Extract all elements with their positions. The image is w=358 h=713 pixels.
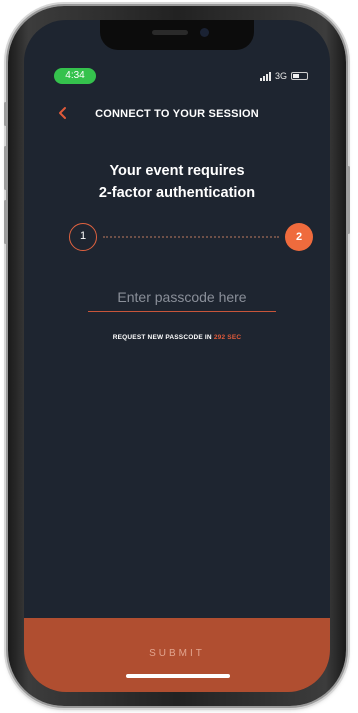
auth-heading: Your event requires 2-factor authenticat… [24, 160, 330, 204]
page-title: CONNECT TO YOUR SESSION [95, 108, 259, 120]
passcode-field [88, 286, 276, 312]
passcode-input[interactable] [88, 286, 276, 311]
resend-label: REQUEST NEW PASSCODE IN [112, 334, 212, 341]
volume-down-button [4, 200, 7, 244]
silent-switch [4, 102, 7, 126]
step-connector [103, 236, 279, 238]
status-indicators: 3G [259, 68, 308, 84]
resend-timer: REQUEST NEW PASSCODE IN 292 SEC [24, 334, 330, 341]
step-2-circle: 2 [285, 223, 313, 251]
notch [100, 20, 254, 50]
app-screen: 4:34 3G CONNECT TO YOUR SESSION Your eve… [24, 20, 330, 692]
resend-countdown: 292 SEC [213, 334, 242, 341]
battery-icon [291, 72, 308, 80]
phone-frame: 4:34 3G CONNECT TO YOUR SESSION Your eve… [4, 6, 350, 706]
front-camera [200, 28, 209, 37]
power-button [347, 166, 350, 234]
network-type: 3G [274, 71, 287, 81]
submit-label: SUBMIT [149, 648, 205, 659]
signal-icon [259, 71, 271, 81]
volume-up-button [4, 146, 7, 190]
step-indicator: 1 2 [69, 223, 313, 251]
status-time: 4:34 [54, 68, 96, 84]
back-icon[interactable] [54, 104, 72, 122]
heading-line-2: 2-factor authentication [98, 185, 256, 201]
submit-button[interactable]: SUBMIT [24, 618, 330, 692]
step-1-circle: 1 [69, 223, 97, 251]
heading-line-1: Your event requires [109, 163, 245, 179]
home-indicator [126, 674, 230, 678]
speaker-grille [152, 30, 188, 35]
